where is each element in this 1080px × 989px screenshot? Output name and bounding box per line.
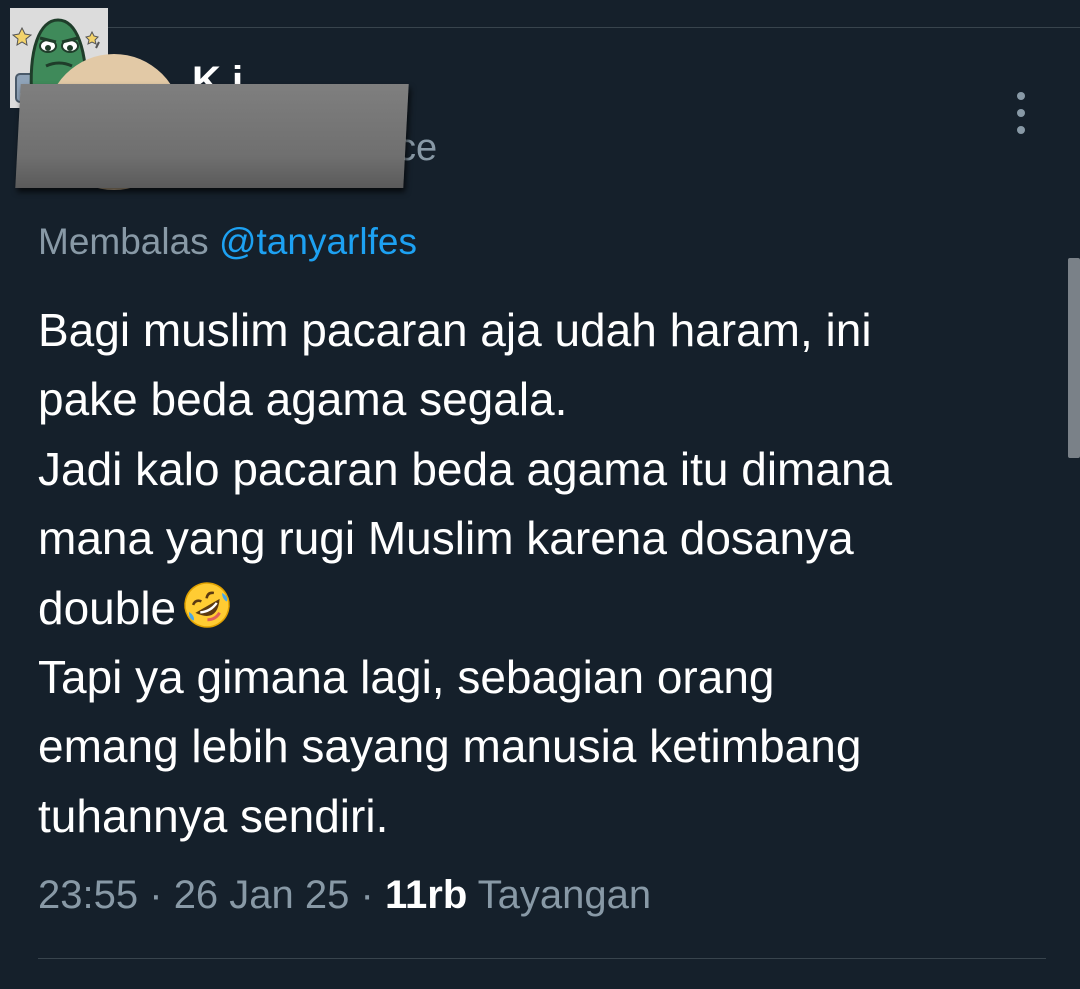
tweet-detail-screen: K i ce Membalas @tanyarlfes Bagi muslim … xyxy=(0,0,1080,989)
tweet-line-with-emoji: double xyxy=(38,574,1048,643)
rolling-laughing-emoji-icon xyxy=(184,581,230,628)
more-vertical-icon xyxy=(1017,109,1025,117)
tweet-line: double xyxy=(38,581,177,634)
more-options-button[interactable] xyxy=(1002,92,1040,134)
meta-separator: · xyxy=(360,873,374,917)
tweet-time[interactable]: 23:55 xyxy=(38,873,138,917)
tweet-line: pake beda agama segala. xyxy=(38,373,568,426)
tweet-line: Tapi ya gimana lagi, sebagian orang xyxy=(38,651,775,704)
tweet-line: Jadi kalo pacaran beda agama itu dimana xyxy=(38,442,893,495)
mention-link[interactable]: @tanyarlfes xyxy=(219,221,417,262)
views-count[interactable]: 11rb xyxy=(385,873,467,917)
more-vertical-icon xyxy=(1017,92,1025,100)
meta-separator: · xyxy=(149,873,163,917)
tweet-text: Bagi muslim pacaran aja udah haram, ini … xyxy=(38,296,1048,851)
more-vertical-icon xyxy=(1017,126,1025,134)
author-name[interactable]: K i xyxy=(192,58,243,86)
redaction-box xyxy=(15,84,409,188)
bottom-divider xyxy=(38,958,1046,959)
tweet-date[interactable]: 26 Jan 25 xyxy=(174,873,350,917)
tweet-line: Bagi muslim pacaran aja udah haram, ini xyxy=(38,304,872,356)
tweet-line: emang lebih sayang manusia ketimbang xyxy=(38,720,862,773)
replying-to-label: Membalas xyxy=(38,221,209,262)
replying-to: Membalas @tanyarlfes xyxy=(38,218,417,266)
tweet-line: mana yang rugi Muslim karena dosanya xyxy=(38,512,854,565)
tweet-line: tuhannya sendiri. xyxy=(38,789,389,842)
views-label[interactable]: Tayangan xyxy=(478,873,651,917)
top-divider xyxy=(108,27,1080,28)
tweet-meta: 23:55 · 26 Jan 25 · 11rb Tayangan xyxy=(38,868,651,922)
scrollbar[interactable] xyxy=(1068,258,1080,458)
